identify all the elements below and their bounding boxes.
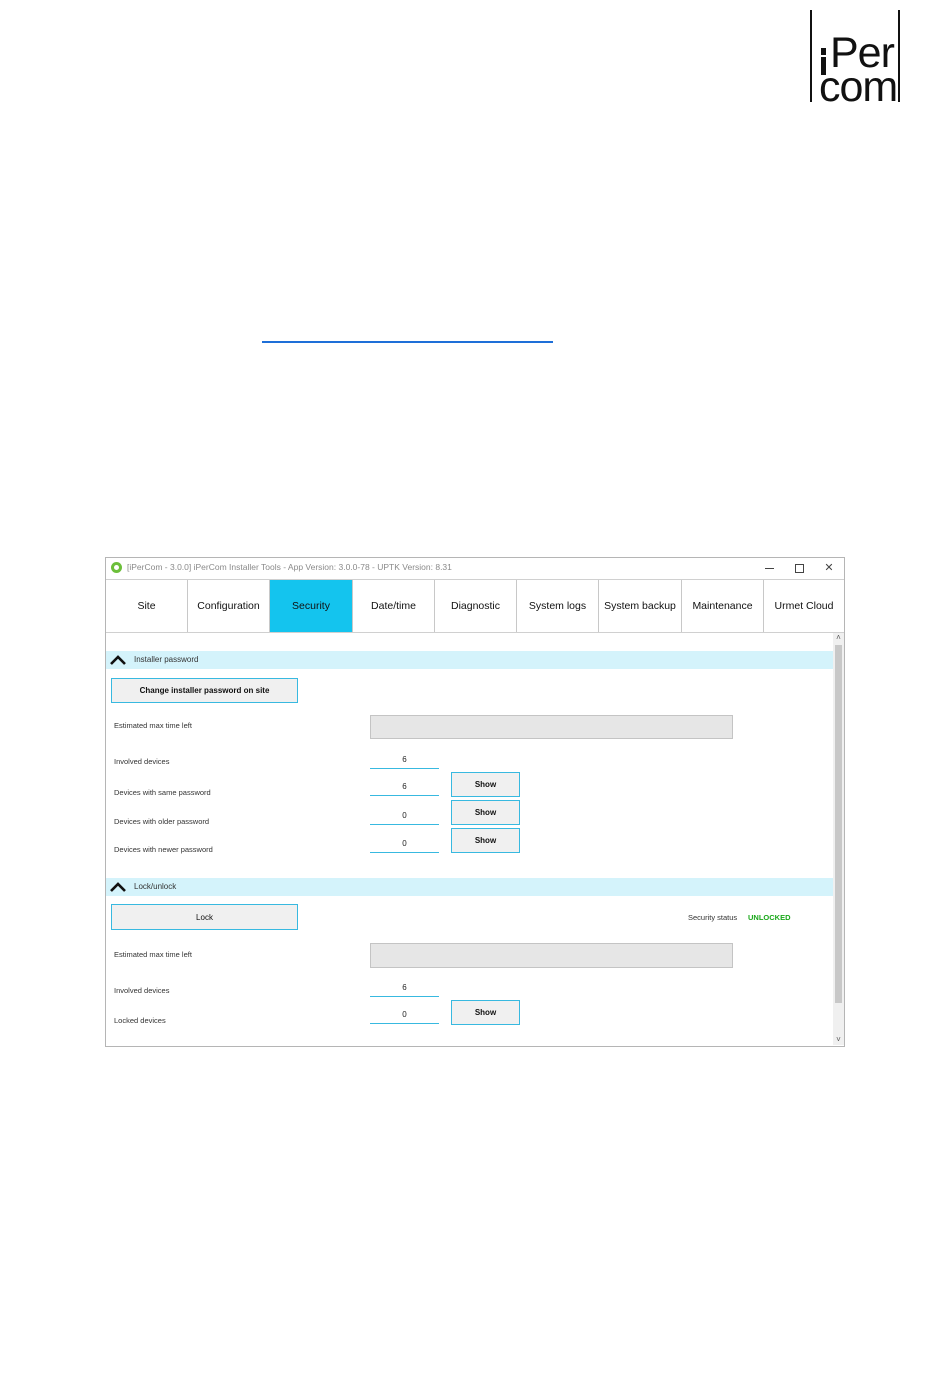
hyperlink-underline[interactable]: [262, 341, 553, 343]
show-older-password-button[interactable]: Show: [451, 800, 520, 825]
logo-i-dot: [821, 48, 826, 55]
minimize-button[interactable]: [754, 559, 784, 577]
minimize-icon: [764, 567, 774, 569]
estimated-time-label: Estimated max time left: [114, 950, 192, 959]
security-status-label: Security status: [688, 913, 738, 922]
security-panel: Installer password Change installer pass…: [106, 633, 833, 1045]
maximize-button[interactable]: [784, 559, 814, 577]
tab-bar: Site Configuration Security Date/time Di…: [106, 579, 844, 633]
section-title: Installer password: [134, 655, 199, 664]
tab-diagnostic[interactable]: Diagnostic: [435, 580, 517, 632]
tab-system-backup[interactable]: System backup: [599, 580, 682, 632]
security-status-value: UNLOCKED: [748, 913, 791, 922]
change-installer-password-button[interactable]: Change installer password on site: [111, 678, 298, 703]
involved-devices-value: 6: [370, 982, 439, 997]
tab-urmet-cloud[interactable]: Urmet Cloud: [764, 580, 844, 632]
estimated-time-progress: [370, 943, 733, 968]
window-title: [iPerCom - 3.0.0] iPerCom Installer Tool…: [127, 562, 452, 572]
scroll-thumb[interactable]: [835, 645, 842, 1003]
lock-button[interactable]: Lock: [111, 904, 298, 930]
newer-password-label: Devices with newer password: [114, 845, 213, 854]
section-lock-unlock[interactable]: Lock/unlock: [106, 878, 833, 896]
close-button[interactable]: ✕: [814, 559, 844, 577]
show-newer-password-button[interactable]: Show: [451, 828, 520, 853]
show-locked-devices-button[interactable]: Show: [451, 1000, 520, 1025]
involved-devices-value: 6: [370, 754, 439, 769]
estimated-time-progress: [370, 715, 733, 739]
tab-configuration[interactable]: Configuration: [188, 580, 270, 632]
locked-devices-label: Locked devices: [114, 1016, 166, 1025]
locked-devices-value: 0: [370, 1009, 439, 1024]
section-title: Lock/unlock: [134, 882, 177, 891]
logo-right-bar: [898, 10, 900, 102]
scroll-down-icon[interactable]: ˅: [833, 1035, 844, 1045]
logo-text-com: com: [819, 63, 898, 111]
tab-date-time[interactable]: Date/time: [353, 580, 435, 632]
involved-devices-label: Involved devices: [114, 757, 170, 766]
older-password-label: Devices with older password: [114, 817, 210, 826]
tab-security[interactable]: Security: [270, 580, 353, 632]
estimated-time-label: Estimated max time left: [114, 721, 192, 730]
close-icon: ✕: [824, 562, 834, 574]
maximize-icon: [794, 563, 804, 573]
vertical-scrollbar[interactable]: ˄ ˅: [833, 633, 844, 1045]
tab-site[interactable]: Site: [106, 580, 188, 632]
tab-system-logs[interactable]: System logs: [517, 580, 599, 632]
section-installer-password[interactable]: Installer password: [106, 651, 833, 669]
tab-maintenance[interactable]: Maintenance: [682, 580, 764, 632]
same-password-label: Devices with same password: [114, 788, 211, 797]
app-icon: [111, 562, 122, 573]
newer-password-value: 0: [370, 838, 439, 853]
ipercom-logo: Per com: [810, 10, 902, 109]
logo-left-bar: [810, 10, 812, 102]
chevron-up-icon[interactable]: [110, 655, 126, 665]
same-password-value: 6: [370, 781, 439, 796]
show-same-password-button[interactable]: Show: [451, 772, 520, 797]
older-password-value: 0: [370, 810, 439, 825]
app-window: [iPerCom - 3.0.0] iPerCom Installer Tool…: [105, 557, 845, 1047]
title-bar: [iPerCom - 3.0.0] iPerCom Installer Tool…: [106, 558, 844, 578]
involved-devices-label: Involved devices: [114, 986, 170, 995]
chevron-up-icon[interactable]: [110, 882, 126, 892]
scroll-up-icon[interactable]: ˄: [833, 633, 844, 643]
